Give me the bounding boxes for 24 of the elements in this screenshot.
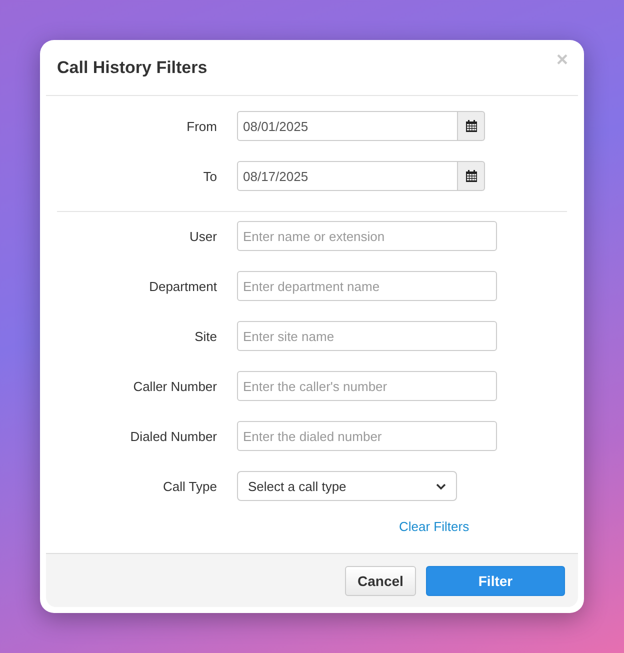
calendar-button[interactable]: [458, 111, 485, 141]
calendar-button[interactable]: [458, 161, 485, 191]
text-field[interactable]: Enter the dialed number: [237, 421, 497, 451]
text-field[interactable]: Enter name or extension: [237, 221, 497, 251]
field-label: Dialed Number: [129, 428, 217, 444]
field-label: Caller Number: [132, 378, 217, 394]
clear-filters-link[interactable]: Clear Filters: [399, 519, 470, 534]
date-field[interactable]: 08/01/2025: [237, 111, 458, 141]
field-label: Call Type: [162, 478, 217, 494]
text-field[interactable]: Enter site name: [237, 321, 497, 351]
field-label: From: [186, 118, 217, 134]
text-field[interactable]: Enter department name: [237, 271, 497, 301]
calendar-icon: [466, 120, 476, 132]
calendar-icon: [466, 170, 476, 182]
cancel-button[interactable]: Cancel: [345, 566, 416, 596]
date-field[interactable]: 08/17/2025: [237, 161, 458, 191]
field-label: User: [188, 228, 217, 244]
field-label: To: [202, 168, 217, 184]
dialog-title: Call History Filters: [57, 58, 208, 78]
text-field[interactable]: Enter the caller's number: [237, 371, 497, 401]
field-label: Site: [194, 328, 217, 344]
chevron-down-icon: [436, 482, 446, 490]
call-type-dropdown[interactable]: Select a call type: [237, 471, 457, 501]
field-label: Department: [148, 278, 217, 294]
